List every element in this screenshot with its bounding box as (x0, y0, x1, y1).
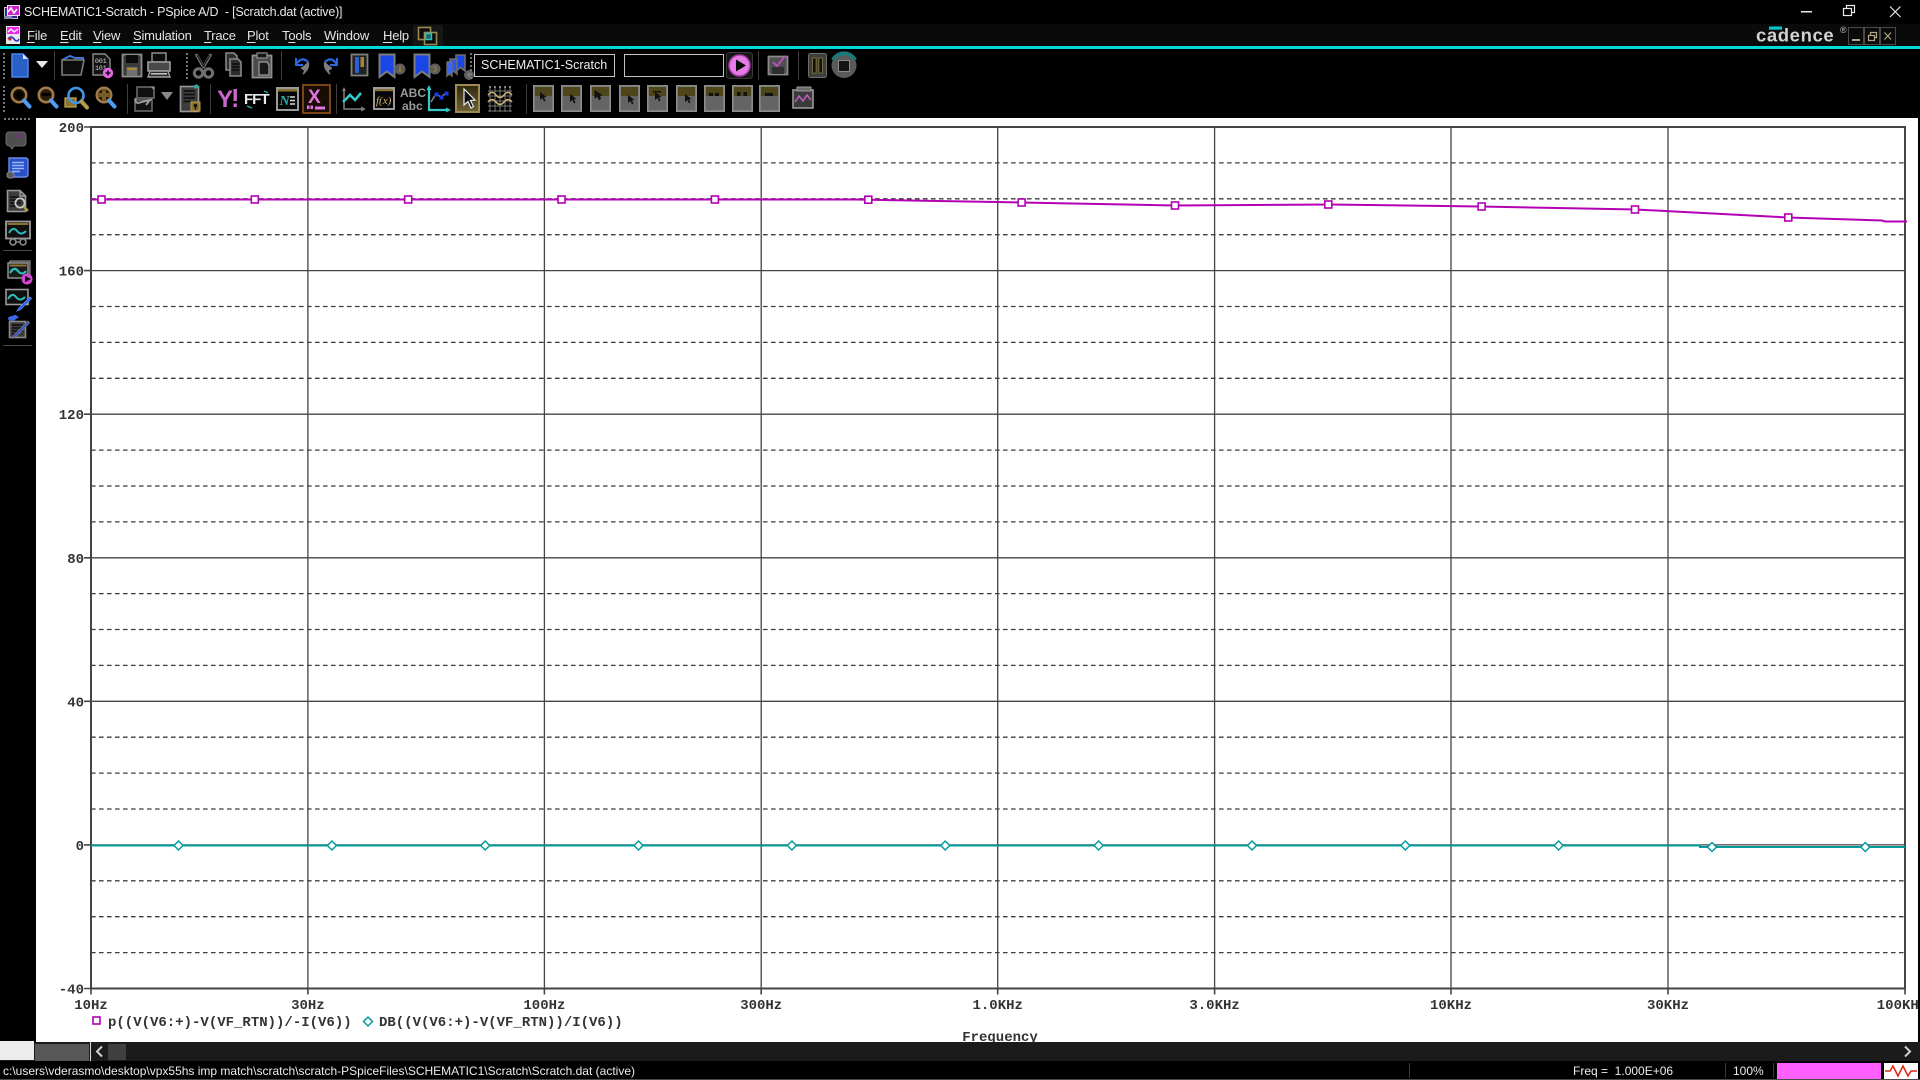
svg-text:160: 160 (59, 265, 84, 281)
svg-text:10Hz: 10Hz (74, 998, 108, 1014)
svg-text:100KHz: 100KHz (1877, 998, 1918, 1014)
svg-text:p((V(V6:+)-V(VF_RTN))/-I(V6)): p((V(V6:+)-V(VF_RTN))/-I(V6)) (108, 1015, 352, 1031)
svg-text:DB((V(V6:+)-V(VF_RTN))/I(V6)): DB((V(V6:+)-V(VF_RTN))/I(V6)) (379, 1015, 623, 1031)
svg-text:0: 0 (76, 839, 84, 855)
svg-text:001: 001 (95, 58, 107, 65)
svg-text:cadence: cadence (1756, 25, 1834, 46)
svg-text:3.0KHz: 3.0KHz (1189, 998, 1239, 1014)
svg-text:30Hz: 30Hz (291, 998, 325, 1014)
svg-text:X: X (308, 87, 321, 108)
svg-text:300Hz: 300Hz (740, 998, 782, 1014)
svg-text:120: 120 (59, 408, 84, 424)
svg-text:f(x): f(x) (376, 95, 392, 107)
svg-text:1.0KHz: 1.0KHz (972, 998, 1022, 1014)
svg-text:®: ® (1840, 25, 1847, 35)
svg-text:N: N (279, 94, 291, 109)
svg-text:40: 40 (67, 695, 84, 711)
svg-text:abc: abc (402, 99, 423, 113)
svg-text:ABC: ABC (400, 86, 426, 100)
svg-text:200: 200 (59, 121, 84, 137)
svg-text:30KHz: 30KHz (1647, 998, 1689, 1014)
svg-text:FFT: FFT (244, 91, 269, 108)
svg-text:100Hz: 100Hz (523, 998, 565, 1014)
svg-text:Y: Y (218, 86, 233, 112)
svg-text:10KHz: 10KHz (1430, 998, 1472, 1014)
svg-text:80: 80 (67, 552, 84, 568)
svg-text:-40: -40 (59, 983, 84, 999)
